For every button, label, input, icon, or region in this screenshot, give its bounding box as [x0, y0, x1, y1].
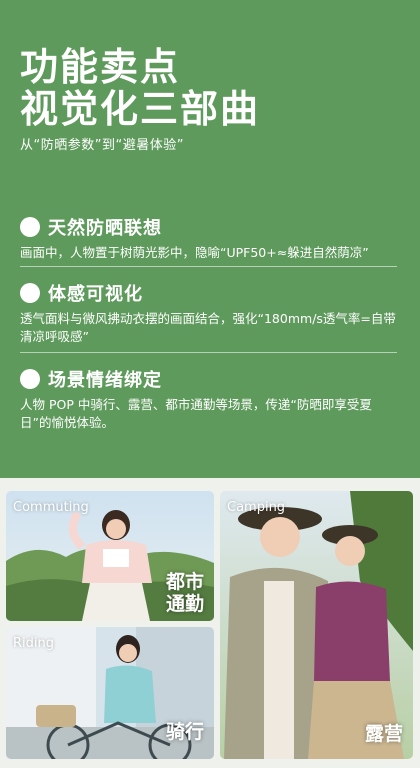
title-line-1: 功能卖点: [20, 45, 181, 89]
point-title: 场景情绪绑定: [48, 370, 162, 391]
card-riding: Riding 骑行: [6, 627, 214, 759]
point-natural-sun-protection: 天然防晒联想 画面中，人物置于树荫光影中，隐喻“UPF50+≈躲进自然荫凉”: [20, 214, 400, 262]
caption-line-2: 通勤: [166, 593, 205, 615]
point-title: 体感可视化: [48, 284, 143, 305]
point-description: 画面中，人物置于树荫光影中，隐喻“UPF50+≈躲进自然荫凉”: [20, 245, 369, 260]
caption-line-1: 都市: [166, 571, 205, 593]
divider: [20, 266, 397, 267]
point-description: 人物 POP 中骑行、露营、都市通勤等场景，传递“防晒即享受夏日”的愉悦体验。: [20, 397, 372, 430]
card-label: Commuting: [13, 500, 89, 515]
point-feel-visualization: 体感可视化 透气面料与微风拂动衣摆的画面结合，强化“180mm/s透气率=自带清…: [20, 280, 400, 346]
card-commuting: Commuting 都市 通勤: [6, 491, 214, 621]
card-caption: 都市 通勤: [166, 571, 204, 615]
feature-panel: 功能卖点 视觉化三部曲 从“防晒参数”到“避暑体验” 天然防晒联想 画面中，人物…: [0, 0, 420, 478]
point-title: 天然防晒联想: [48, 218, 162, 239]
scene-gallery: Commuting 都市 通勤 Riding 骑行 Camping 露营: [0, 478, 420, 768]
bullet-dot-icon: [20, 283, 40, 303]
point-description: 透气面料与微风拂动衣摆的画面结合，强化“180mm/s透气率=自带清凉呼吸感”: [20, 311, 396, 344]
point-scene-emotion: 场景情绪绑定 人物 POP 中骑行、露营、都市通勤等场景，传递“防晒即享受夏日”…: [20, 366, 400, 432]
card-camping: Camping 露营: [220, 491, 413, 759]
bullet-dot-icon: [20, 217, 40, 237]
card-caption: 露营: [365, 723, 404, 745]
card-label: Camping: [227, 500, 286, 515]
divider: [20, 352, 397, 353]
page-subtitle: 从“防晒参数”到“避暑体验”: [20, 138, 184, 153]
card-label: Riding: [13, 636, 54, 651]
title-line-2: 视觉化三部曲: [20, 87, 261, 131]
bullet-dot-icon: [20, 369, 40, 389]
card-caption: 骑行: [166, 721, 205, 743]
camping-photo: [220, 491, 413, 759]
page-title: 功能卖点 视觉化三部曲: [20, 46, 260, 130]
